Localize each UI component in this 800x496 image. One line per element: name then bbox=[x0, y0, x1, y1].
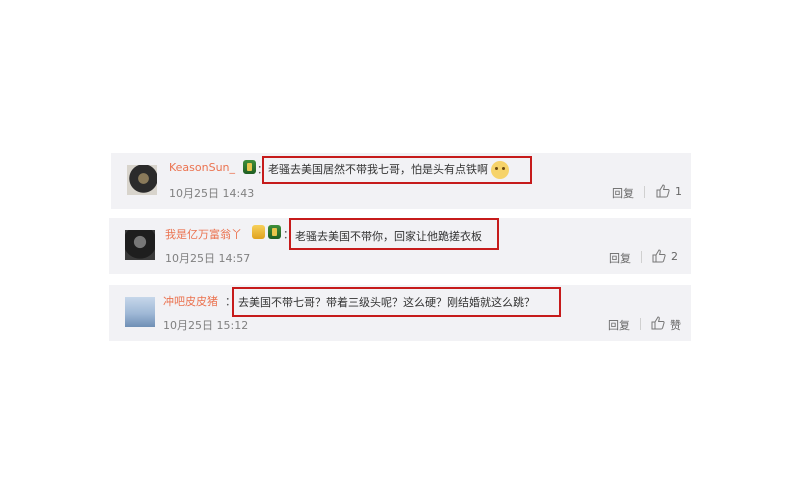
like-count: 2 bbox=[671, 250, 678, 263]
comment-text-highlight: 老骚去美国不带你，回家让他跪搓衣板 bbox=[289, 218, 499, 250]
comment-author[interactable]: KeasonSun_ bbox=[169, 161, 235, 174]
thumbs-up-icon[interactable] bbox=[656, 184, 670, 198]
reply-button[interactable]: 回复 bbox=[612, 185, 634, 201]
comment-text-highlight: 老骚去美国居然不带我七哥，怕是头有点铁啊 bbox=[262, 156, 532, 184]
comment-time: 10月25日 15:12 bbox=[163, 319, 249, 332]
comment-item: KeasonSun_ ： 老骚去美国居然不带我七哥，怕是头有点铁啊 10月25日… bbox=[111, 153, 691, 209]
avatar[interactable] bbox=[125, 297, 155, 327]
level-icon bbox=[268, 225, 281, 239]
reply-button[interactable]: 回复 bbox=[609, 250, 631, 266]
comment-time: 10月25日 14:57 bbox=[165, 252, 251, 265]
level-icon bbox=[243, 160, 256, 174]
avatar[interactable] bbox=[127, 165, 157, 195]
comment-text: 老骚去美国不带你，回家让他跪搓衣板 bbox=[295, 230, 482, 243]
action-divider bbox=[644, 186, 645, 198]
action-divider bbox=[641, 251, 642, 263]
comment-text: 去美国不带七哥？带着三级头呢？这么硬？刚结婚就这么跳？ bbox=[238, 296, 535, 309]
like-count: 1 bbox=[675, 185, 682, 198]
comment-item: 我是亿万富翁丫 ： 老骚去美国不带你，回家让他跪搓衣板 10月25日 14:57… bbox=[109, 218, 691, 274]
comment-author[interactable]: 冲吧皮皮猪 bbox=[163, 293, 218, 309]
vip-icon bbox=[252, 225, 265, 239]
action-divider bbox=[640, 318, 641, 330]
thumbs-up-icon[interactable] bbox=[651, 316, 665, 330]
comment-text: 老骚去美国居然不带我七哥，怕是头有点铁啊 bbox=[268, 163, 488, 176]
comment-time: 10月25日 14:43 bbox=[169, 187, 255, 200]
avatar[interactable] bbox=[125, 230, 155, 260]
comment-item: 冲吧皮皮猪 ： 去美国不带七哥？带着三级头呢？这么硬？刚结婚就这么跳？ 10月2… bbox=[109, 285, 691, 341]
comment-text-highlight: 去美国不带七哥？带着三级头呢？这么硬？刚结婚就这么跳？ bbox=[232, 287, 561, 317]
thumbs-up-icon[interactable] bbox=[652, 249, 666, 263]
dog-face-emoji-icon bbox=[491, 161, 509, 179]
comment-author[interactable]: 我是亿万富翁丫 bbox=[165, 226, 242, 242]
reply-button[interactable]: 回复 bbox=[608, 317, 630, 333]
like-button-label[interactable]: 赞 bbox=[670, 317, 681, 333]
